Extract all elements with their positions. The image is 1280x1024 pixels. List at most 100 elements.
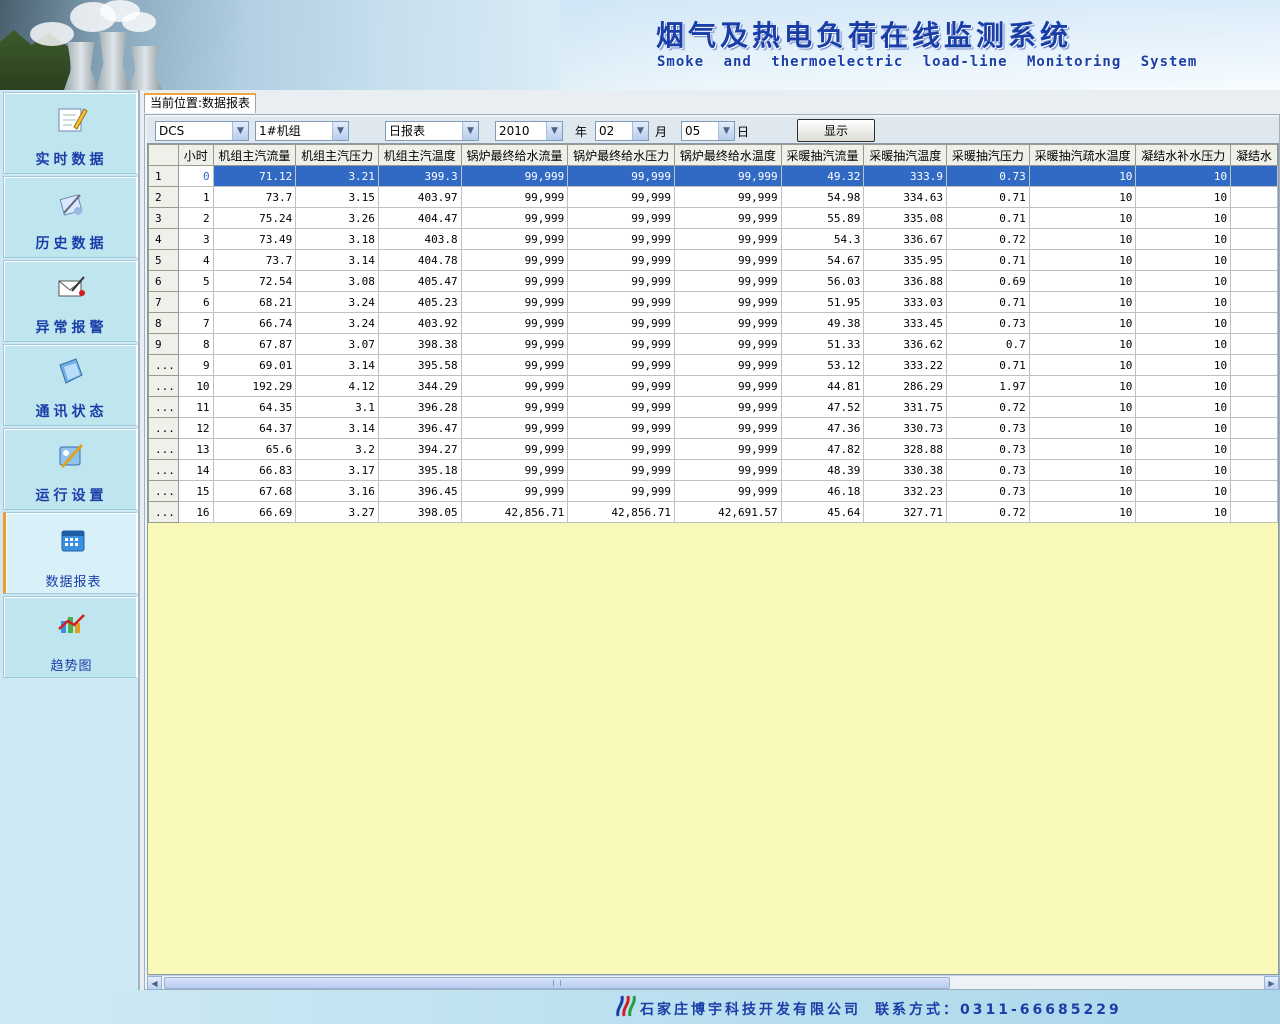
column-header[interactable]: 凝结水 xyxy=(1230,144,1278,166)
table-cell[interactable]: 99,999 xyxy=(674,396,782,418)
column-header[interactable]: 凝结水补水压力 xyxy=(1135,144,1232,166)
column-header[interactable]: 采暖抽汽压力 xyxy=(946,144,1030,166)
table-row[interactable]: ... 12 64.37 3.14 396.47 99,999 99,999 99,999 47… xyxy=(148,417,1278,439)
row-header[interactable]: ... xyxy=(148,480,179,502)
table-cell[interactable]: 11 xyxy=(177,396,214,418)
row-header[interactable]: 9 xyxy=(148,333,179,355)
table-cell[interactable]: 10 xyxy=(1028,396,1137,418)
table-cell[interactable]: 7 xyxy=(177,312,214,334)
table-cell[interactable]: 10 xyxy=(1135,501,1232,523)
table-cell[interactable]: 3.07 xyxy=(295,333,379,355)
sidebar-item-history-data[interactable]: 历史数据 xyxy=(3,176,138,258)
row-header[interactable]: ... xyxy=(148,375,179,397)
table-row[interactable]: 7 6 68.21 3.24 405.23 99,999 99,999 99,999 51.95… xyxy=(148,291,1278,313)
table-cell[interactable]: 10 xyxy=(1028,165,1137,187)
table-cell[interactable] xyxy=(1230,396,1278,418)
table-cell[interactable] xyxy=(1230,459,1278,481)
table-cell[interactable]: 395.18 xyxy=(377,459,462,481)
table-cell[interactable]: 99,999 xyxy=(674,270,782,292)
table-cell[interactable]: 69.01 xyxy=(212,354,297,376)
table-cell[interactable]: 99,999 xyxy=(674,417,782,439)
month-select[interactable]: 02 ▼ xyxy=(595,121,649,141)
table-cell[interactable]: 49.32 xyxy=(780,165,865,187)
row-header[interactable]: 2 xyxy=(148,186,179,208)
table-cell[interactable]: 99,999 xyxy=(674,291,782,313)
table-cell[interactable]: 0.71 xyxy=(946,186,1030,208)
table-cell[interactable]: 99,999 xyxy=(674,207,782,229)
table-cell[interactable]: 0.71 xyxy=(946,249,1030,271)
table-cell[interactable]: 99,999 xyxy=(460,417,569,439)
table-cell[interactable]: 45.64 xyxy=(780,501,865,523)
table-cell[interactable]: 99,999 xyxy=(460,291,569,313)
sidebar-item-trend-chart[interactable]: 趋势图 xyxy=(3,596,138,678)
table-cell[interactable]: 330.73 xyxy=(863,417,948,439)
table-cell[interactable]: 0.72 xyxy=(946,501,1030,523)
table-cell[interactable]: 3.18 xyxy=(295,228,379,250)
table-row[interactable]: ... 11 64.35 3.1 396.28 99,999 99,999 99,999 47.… xyxy=(148,396,1278,418)
table-cell[interactable]: 6 xyxy=(177,291,214,313)
table-cell[interactable]: 99,999 xyxy=(460,165,569,187)
table-row[interactable]: 1 0 71.12 3.21 399.3 99,999 99,999 99,999 49.32 3… xyxy=(148,165,1278,187)
year-select[interactable]: 2010 ▼ xyxy=(495,121,563,141)
table-cell[interactable]: 3.14 xyxy=(295,249,379,271)
table-cell[interactable]: 3.2 xyxy=(295,438,379,460)
table-cell[interactable]: 403.92 xyxy=(377,312,462,334)
table-cell[interactable]: 72.54 xyxy=(212,270,297,292)
table-cell[interactable]: 99,999 xyxy=(567,312,675,334)
table-cell[interactable]: 10 xyxy=(1028,270,1137,292)
table-cell[interactable]: 51.95 xyxy=(780,291,865,313)
table-cell[interactable]: 16 xyxy=(177,501,214,523)
table-cell[interactable]: 10 xyxy=(1135,480,1232,502)
table-cell[interactable]: 53.12 xyxy=(780,354,865,376)
sidebar-item-data-report[interactable]: 数据报表 xyxy=(3,512,138,594)
table-cell[interactable] xyxy=(1230,417,1278,439)
table-cell[interactable]: 3.24 xyxy=(295,291,379,313)
table-cell[interactable]: 10 xyxy=(1135,186,1232,208)
chevron-down-icon[interactable]: ▼ xyxy=(332,122,348,140)
table-cell[interactable]: 99,999 xyxy=(567,207,675,229)
table-cell[interactable] xyxy=(1230,270,1278,292)
table-cell[interactable]: 44.81 xyxy=(780,375,865,397)
table-cell[interactable]: 332.23 xyxy=(863,480,948,502)
column-header[interactable]: 机组主汽压力 xyxy=(295,144,379,166)
table-cell[interactable]: 42,856.71 xyxy=(460,501,569,523)
table-cell[interactable] xyxy=(1230,249,1278,271)
table-cell[interactable]: 64.35 xyxy=(212,396,297,418)
chevron-down-icon[interactable]: ▼ xyxy=(232,122,248,140)
table-cell[interactable]: 14 xyxy=(177,459,214,481)
table-cell[interactable]: 3.21 xyxy=(295,165,379,187)
table-row[interactable]: 2 1 73.7 3.15 403.97 99,999 99,999 99,999 54.98 3… xyxy=(148,186,1278,208)
table-cell[interactable]: 3.08 xyxy=(295,270,379,292)
table-row[interactable]: ... 10 192.29 4.12 344.29 99,999 99,999 99,999 4… xyxy=(148,375,1278,397)
table-cell[interactable]: 336.88 xyxy=(863,270,948,292)
table-row[interactable]: 4 3 73.49 3.18 403.8 99,999 99,999 99,999 54.3 33… xyxy=(148,228,1278,250)
row-header[interactable]: ... xyxy=(148,501,179,523)
table-cell[interactable]: 49.38 xyxy=(780,312,865,334)
table-cell[interactable]: 344.29 xyxy=(377,375,462,397)
table-cell[interactable]: 10 xyxy=(1028,312,1137,334)
table-cell[interactable]: 3.1 xyxy=(295,396,379,418)
table-cell[interactable] xyxy=(1230,165,1278,187)
chevron-down-icon[interactable]: ▼ xyxy=(546,122,562,140)
table-cell[interactable]: 99,999 xyxy=(567,186,675,208)
table-cell[interactable]: 9 xyxy=(177,354,214,376)
table-cell[interactable] xyxy=(1230,375,1278,397)
table-cell[interactable]: 12 xyxy=(177,417,214,439)
table-cell[interactable]: 42,856.71 xyxy=(567,501,675,523)
table-cell[interactable]: 403.97 xyxy=(377,186,462,208)
table-cell[interactable]: 99,999 xyxy=(567,354,675,376)
table-cell[interactable]: 398.05 xyxy=(377,501,462,523)
table-cell[interactable]: 66.69 xyxy=(212,501,297,523)
table-cell[interactable]: 404.78 xyxy=(377,249,462,271)
table-cell[interactable]: 54.3 xyxy=(780,228,865,250)
table-cell[interactable]: 99,999 xyxy=(674,480,782,502)
table-cell[interactable]: 99,999 xyxy=(674,249,782,271)
row-header[interactable]: 4 xyxy=(148,228,179,250)
row-header[interactable]: 1 xyxy=(148,165,179,187)
table-cell[interactable]: 3 xyxy=(177,228,214,250)
table-cell[interactable]: 10 xyxy=(1135,396,1232,418)
table-cell[interactable]: 99,999 xyxy=(460,375,569,397)
table-cell[interactable]: 3.26 xyxy=(295,207,379,229)
table-cell[interactable]: 1.97 xyxy=(946,375,1030,397)
table-cell[interactable]: 13 xyxy=(177,438,214,460)
